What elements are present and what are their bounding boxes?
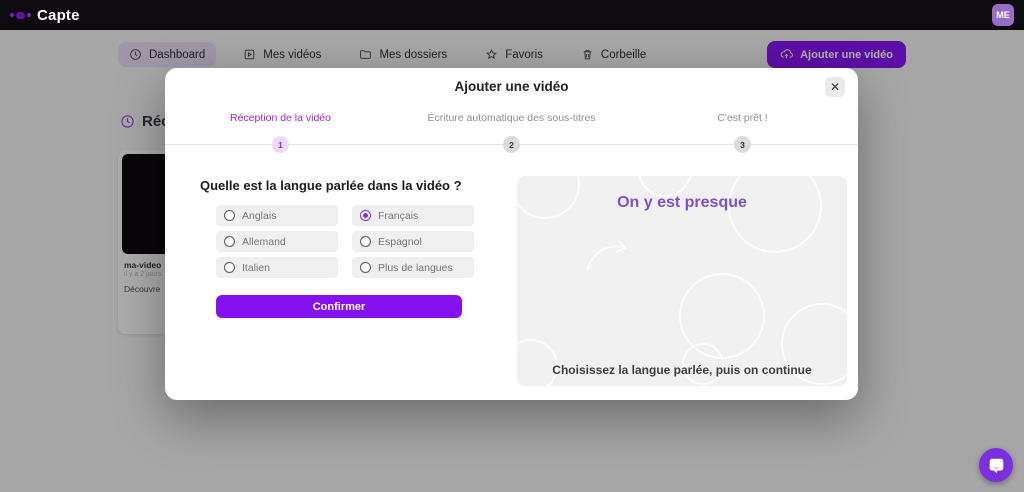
radio-icon (224, 210, 235, 221)
language-label: Allemand (242, 236, 286, 248)
panel-title: On y est presque (517, 194, 847, 212)
radio-icon (360, 210, 371, 221)
language-label: Espagnol (378, 236, 422, 248)
language-label: Italien (242, 262, 270, 274)
panel-caption: Choisissez la langue parlée, puis on con… (517, 363, 847, 377)
capte-logo[interactable]: Capte (10, 7, 80, 24)
language-label: Français (378, 210, 418, 222)
user-avatar[interactable]: ME (992, 4, 1014, 26)
language-option-italien[interactable]: Italien (216, 257, 338, 278)
capte-logo-icon (10, 12, 31, 19)
modal-title: Ajouter une vidéo (165, 68, 858, 94)
radio-icon (224, 262, 235, 273)
language-option-plus-de-langues[interactable]: Plus de langues (352, 257, 474, 278)
language-option-espagnol[interactable]: Espagnol (352, 231, 474, 252)
step-dot-2: 2 (503, 136, 520, 153)
radio-icon (224, 236, 235, 247)
language-options: Anglais Français Allemand Espagnol Itali… (216, 205, 474, 278)
topbar: Capte ME (0, 0, 1024, 30)
logo-text: Capte (37, 7, 80, 24)
step-label: C'est prêt ! (717, 112, 767, 124)
step-reception: Réception de la vidéo (165, 112, 396, 124)
step-label: Écriture automatique des sous-titres (427, 112, 595, 124)
language-option-francais[interactable]: Français (352, 205, 474, 226)
step-label: Réception de la vidéo (230, 112, 331, 124)
language-option-anglais[interactable]: Anglais (216, 205, 338, 226)
step-dot-1: 1 (272, 136, 289, 153)
side-panel: On y est presque Choisissez la langue pa… (517, 176, 847, 386)
close-icon[interactable]: ✕ (825, 77, 845, 97)
add-video-modal: Ajouter une vidéo ✕ Réception de la vidé… (165, 68, 858, 400)
radio-icon (360, 236, 371, 247)
language-label: Anglais (242, 210, 276, 222)
chat-widget-button[interactable] (979, 448, 1013, 482)
step-pret: C'est prêt ! (627, 112, 858, 124)
chat-bubble-icon (988, 457, 1005, 474)
confirm-button[interactable]: Confirmer (216, 295, 462, 318)
language-question: Quelle est la langue parlée dans la vidé… (200, 178, 462, 193)
stepper: Réception de la vidéo Écriture automatiq… (165, 112, 858, 124)
step-ecriture: Écriture automatique des sous-titres (396, 112, 627, 124)
language-option-allemand[interactable]: Allemand (216, 231, 338, 252)
language-label: Plus de langues (378, 262, 453, 274)
radio-icon (360, 262, 371, 273)
step-dot-3: 3 (734, 136, 751, 153)
